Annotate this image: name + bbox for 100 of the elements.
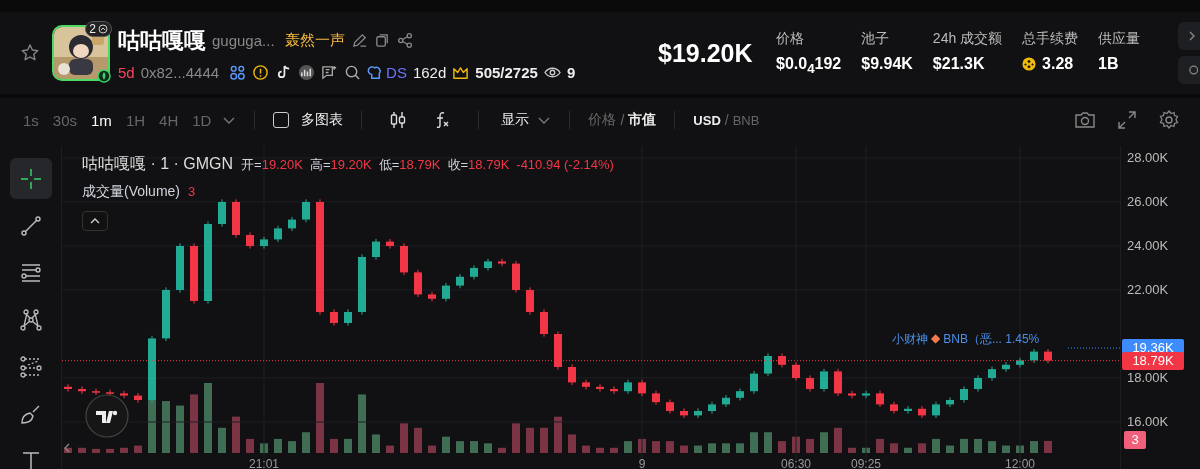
volume-bar [1044,440,1052,453]
share-icon[interactable] [396,32,414,49]
marker-line [1067,347,1120,349]
chart-icon[interactable] [298,63,316,81]
candlestick [834,368,842,397]
checkbox[interactable] [273,112,290,128]
chart-symbol: 咕咕嘎嘎 · 1 · GMGN [82,154,234,174]
warning-icon[interactable] [252,63,270,81]
candlestick [386,238,394,250]
search-icon[interactable] [344,63,362,81]
price-mode-option[interactable]: 市值 [628,111,657,129]
market-cap: $19.20K [658,38,754,68]
volume-bar [274,438,282,453]
volume-bar [414,427,422,453]
marker-text: BNB（恶... 1.45% [943,331,1040,349]
volume-bar [554,416,562,453]
candlestick [162,286,170,342]
interval-tab[interactable]: 1D [189,111,215,129]
interval-tab[interactable]: 1s [20,111,42,129]
volume-bar [764,432,772,453]
interval-tab[interactable]: 4H [156,111,182,129]
candlestick [120,390,128,399]
candlestick [568,363,576,386]
candlestick [932,401,940,419]
candlestick [428,291,436,302]
volume-bar [624,441,632,453]
currency-option[interactable]: USD [693,112,721,128]
volume-bar [106,448,114,453]
volume-bar [232,416,240,453]
comment-icon[interactable] [321,63,339,81]
interval-tab[interactable]: 30s [49,111,81,129]
volume-bar [834,427,842,453]
refresh-icon [98,24,108,34]
candlestick [694,407,702,419]
display-dropdown[interactable]: 显示 [501,111,530,129]
dev-label: DS [386,63,407,81]
candlestick [1002,361,1010,373]
candlestick [582,379,590,390]
candlestick [288,216,296,232]
network-icon [18,307,43,332]
chevron-left-icon[interactable] [63,442,71,454]
candlestick [372,238,380,261]
candlestick [344,308,352,327]
time-label: 21:01 [248,457,280,469]
candlestick [1016,357,1024,368]
candlestick [190,242,198,305]
currency-option[interactable]: BNB [732,112,760,128]
camera-icon[interactable] [1074,109,1096,131]
volume-bar [988,441,996,453]
candlestick [974,374,982,393]
price-tick: 24.00K [1127,238,1169,253]
candlestick [988,366,996,382]
multi-chart-label[interactable]: 多图表 [301,111,344,129]
token-age: 5d [118,63,135,81]
candlestick [274,225,282,243]
volume-bar [302,432,310,453]
ohlc-label: 开= [241,156,262,174]
crosshair-icon [18,166,43,191]
volume-bar [176,405,184,453]
candlestick [260,236,268,250]
volume-bar [470,441,478,453]
ohlc-label: 高= [309,156,331,174]
star-icon[interactable] [20,43,40,63]
candlestick [918,405,926,419]
ohlc-label: 低= [378,156,400,174]
volume-bar [442,436,450,453]
price-mode-option[interactable]: 价格 [588,111,617,129]
price-tick: 16.00K [1127,414,1169,429]
volume-bar [1030,441,1038,453]
candlestick [652,390,660,406]
volume-bar [512,423,520,453]
candlestick [862,390,870,399]
copy-icon[interactable] [373,32,391,49]
candlestick [806,374,814,393]
volume-bar [694,445,702,453]
expand-icon[interactable] [1116,109,1138,131]
candlestick [596,383,604,393]
interval-tab[interactable]: 1m [88,111,115,129]
candlestick [540,308,548,338]
settings-icon[interactable] [1158,109,1180,131]
candlestick [960,385,968,404]
chart-logo-icon[interactable] [85,394,129,438]
settings-button[interactable] [1178,56,1200,84]
stat-value: $0.0$_{4}$192 [776,54,842,77]
contract-address[interactable]: 0x82...4444 [140,63,220,81]
interval-tab[interactable]: 1H [122,111,149,129]
marker-name: 小财神 [892,331,928,349]
candlestick [134,392,142,404]
holders-icon[interactable] [229,63,247,81]
candlestick [624,379,632,395]
volume-bar [946,445,954,453]
edit-icon[interactable] [350,32,368,49]
token-ticker: guguga... [212,32,275,49]
collapse-button[interactable] [82,211,108,231]
watcher-count: 9 [566,63,576,81]
price-tick: 26.00K [1127,194,1169,209]
candlestick [610,385,618,395]
crosshair-tool[interactable] [9,158,52,199]
line-icon [18,213,43,238]
candlestick [554,330,562,371]
